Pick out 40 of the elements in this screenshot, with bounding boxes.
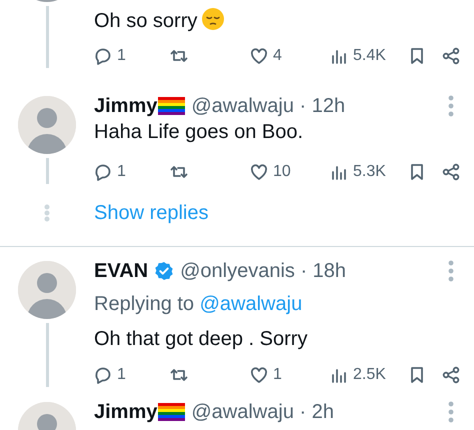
- bar-chart-icon[interactable]: [330, 163, 348, 181]
- count-label: 5.3K: [353, 163, 386, 181]
- speech-bubble-icon[interactable]: [94, 163, 112, 181]
- bookmark-icon[interactable]: [408, 366, 426, 384]
- bar-chart-icon[interactable]: [330, 47, 348, 65]
- count-label: 5.4K: [353, 47, 386, 65]
- tweet-text: Haha Life goes on Boo.: [94, 121, 304, 143]
- count-label: 2.5K: [353, 366, 386, 384]
- retweet-icon[interactable]: [170, 163, 188, 181]
- count-label: 1: [117, 366, 126, 384]
- handle-and-time: @awalwaju · 12h: [191, 94, 346, 118]
- show-replies-link[interactable]: Show replies: [94, 200, 209, 226]
- mention-link[interactable]: @awalwaju: [200, 293, 302, 315]
- heart-icon[interactable]: [250, 47, 268, 65]
- share-icon[interactable]: [442, 47, 460, 65]
- share-icon[interactable]: [442, 366, 460, 384]
- speech-bubble-icon[interactable]: [94, 47, 112, 65]
- thread-dots-icon: [44, 204, 50, 222]
- author-name: EVAN: [94, 260, 148, 282]
- count-label: 1: [117, 163, 126, 181]
- replying-label: Replying to: [94, 293, 196, 315]
- retweet-icon[interactable]: [170, 47, 188, 65]
- count-label: 1: [273, 366, 282, 384]
- heart-icon[interactable]: [250, 366, 268, 384]
- handle-and-time: @onlyevanis · 18h: [180, 260, 348, 282]
- bookmark-icon[interactable]: [408, 47, 426, 65]
- bar-chart-icon[interactable]: [330, 366, 348, 384]
- retweet-icon[interactable]: [170, 366, 188, 384]
- speech-bubble-icon[interactable]: [94, 366, 112, 384]
- tweet-text: Oh so sorry: [94, 10, 198, 32]
- author-name: Jimmy: [94, 400, 158, 424]
- share-icon[interactable]: [442, 163, 460, 181]
- handle-and-time: @awalwaju · 2h: [191, 400, 335, 424]
- heart-icon[interactable]: [250, 163, 268, 181]
- count-label: 1: [117, 47, 126, 65]
- author-name: Jimmy: [94, 94, 158, 118]
- count-label: 10: [273, 163, 291, 181]
- tweet-text: Oh that got deep . Sorry: [94, 328, 308, 350]
- count-label: 4: [273, 47, 282, 65]
- bookmark-icon[interactable]: [408, 163, 426, 181]
